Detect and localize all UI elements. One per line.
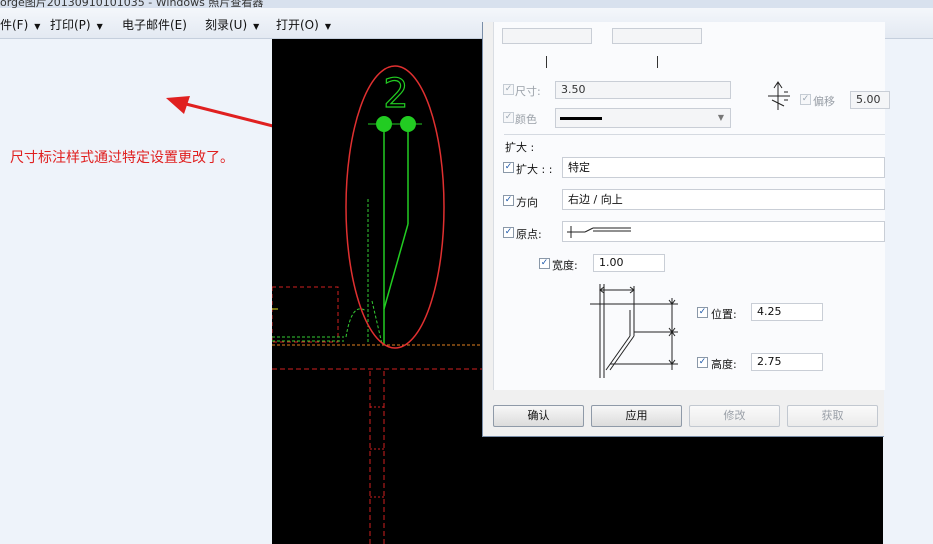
height-label: 高度: <box>711 358 737 371</box>
origin-label: 原点: <box>516 228 542 241</box>
offset-input[interactable]: 5.00 <box>850 91 890 109</box>
menu-print[interactable]: 打印(P) ▼ <box>50 16 103 33</box>
viewer-right-margin <box>883 39 933 544</box>
height-checkbox[interactable]: ✓ <box>697 357 708 368</box>
color-select[interactable]: ▼ <box>555 108 731 128</box>
offset-label: 偏移 <box>813 95 835 108</box>
dimension-preview-diagram <box>590 284 678 378</box>
menu-burn[interactable]: 刻录(U) ▼ <box>205 16 259 33</box>
chevron-down-icon: ▼ <box>324 22 331 31</box>
chevron-down-icon: ▼ <box>717 113 724 122</box>
direction-label: 方向 <box>516 196 538 209</box>
apply-button[interactable]: 应用 <box>591 405 682 427</box>
color-checkbox[interactable]: ✓ <box>503 112 514 123</box>
separator <box>504 134 885 135</box>
height-input[interactable]: 2.75 <box>751 353 823 371</box>
ok-button[interactable]: 确认 <box>493 405 584 427</box>
tick-mark <box>546 56 547 68</box>
offset-checkbox[interactable]: ✓ <box>800 94 811 105</box>
menu-open[interactable]: 打开(O) ▼ <box>276 16 331 33</box>
size-input[interactable]: 3.50 <box>555 81 731 99</box>
menu-email[interactable]: 电子邮件(E) <box>122 16 187 33</box>
extend-input[interactable]: 特定 <box>562 157 885 178</box>
menu-file[interactable]: 件(F) ▼ <box>0 16 40 33</box>
width-input[interactable]: 1.00 <box>593 254 665 272</box>
window-title: orge图片20130910101035 - Windows 照片查看器 <box>0 0 264 8</box>
width-label: 宽度: <box>552 259 578 272</box>
direction-input[interactable]: 右边 / 向上 <box>562 189 885 210</box>
modify-button[interactable]: 修改 <box>689 405 780 427</box>
width-checkbox[interactable]: ✓ <box>539 258 550 269</box>
color-label: 颜色 <box>515 113 537 126</box>
origin-symbol-icon <box>567 226 631 238</box>
get-button[interactable]: 获取 <box>787 405 878 427</box>
dimension-text: 2 <box>383 71 408 117</box>
position-input[interactable]: 4.25 <box>751 303 823 321</box>
window-titlebar: orge图片20130910101035 - Windows 照片查看器 <box>0 0 933 8</box>
chevron-down-icon: ▼ <box>34 22 41 31</box>
size-label: 尺寸: <box>515 85 541 98</box>
chevron-down-icon: ▼ <box>253 22 260 31</box>
extend-label: 扩大 : : <box>516 163 553 176</box>
dialog-content-panel: ✓ 尺寸: 3.50 ✓ 偏移 5.00 ✓ 颜色 ▼ 扩大 : ✓ 扩大 : … <box>493 22 890 390</box>
direction-checkbox[interactable]: ✓ <box>503 195 514 206</box>
extend-checkbox[interactable]: ✓ <box>503 162 514 173</box>
size-checkbox[interactable]: ✓ <box>503 84 514 95</box>
position-checkbox[interactable]: ✓ <box>697 307 708 318</box>
top-field-1 <box>502 28 592 44</box>
color-swatch <box>560 117 602 120</box>
offset-icon <box>768 81 790 110</box>
origin-checkbox[interactable]: ✓ <box>503 227 514 238</box>
chevron-down-icon: ▼ <box>96 22 103 31</box>
position-label: 位置: <box>711 308 737 321</box>
dimension-style-dialog: ✓ 尺寸: 3.50 ✓ 偏移 5.00 ✓ 颜色 ▼ 扩大 : ✓ 扩大 : … <box>482 22 890 437</box>
extend-section-label: 扩大 : <box>505 141 535 154</box>
top-field-2 <box>612 28 702 44</box>
tick-mark <box>657 56 658 68</box>
origin-select[interactable] <box>562 221 885 242</box>
